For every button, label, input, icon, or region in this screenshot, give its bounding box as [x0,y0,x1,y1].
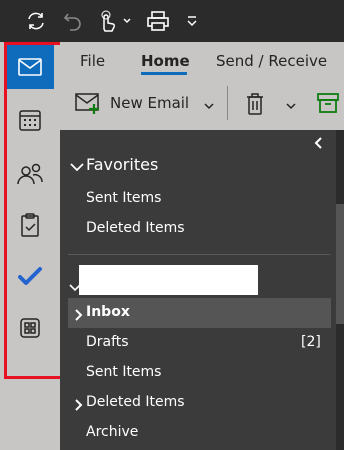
new-email-label: New Email [110,94,190,112]
people-icon [17,163,43,185]
tasks-nav-button[interactable] [6,203,54,247]
favorites-header[interactable]: Favorites [86,155,158,174]
chevron-down-icon [70,163,84,172]
favorite-deleted-items[interactable]: Deleted Items [86,220,185,236]
todo-check-icon [18,267,42,285]
people-nav-button[interactable] [6,152,54,196]
delete-button[interactable] [245,92,265,120]
account-expand-toggle[interactable] [69,278,81,297]
active-tab-indicator [141,72,187,75]
trash-icon [247,93,263,115]
folder-inbox[interactable]: Inbox [86,304,130,320]
collapse-pane-button[interactable] [313,135,325,154]
chevron-left-icon [314,137,322,149]
new-email-button[interactable]: New Email [74,90,189,116]
folder-deleted-items[interactable]: Deleted Items [86,394,185,410]
sync-icon[interactable] [22,8,50,34]
tab-file[interactable]: File [80,52,105,70]
section-divider [68,254,330,255]
chevron-down-icon [69,284,81,292]
todo-nav-button[interactable] [6,254,54,298]
message-list-edge [336,130,344,450]
chevron-right-icon [75,309,83,321]
favorite-sent-items[interactable]: Sent Items [86,190,161,206]
drafts-count-badge: [2] [301,334,321,350]
tab-send-receive[interactable]: Send / Receive [216,52,327,70]
deleted-items-expand-toggle[interactable] [73,396,83,415]
tab-home[interactable]: Home [141,52,190,70]
touch-mode-icon[interactable] [95,8,135,34]
new-email-icon [75,93,99,114]
message-list-item-edge [336,204,344,324]
more-apps-nav-button[interactable] [6,306,54,350]
ribbon-commands: New Email [60,80,344,130]
ribbon-tab-bar: File Home Send / Receive [60,42,344,80]
app-nav-rail [0,42,60,450]
quick-access-toolbar [0,0,344,42]
favorites-expand-toggle[interactable] [70,158,84,177]
archive-icon [317,93,339,113]
account-name-redacted [79,265,258,295]
calendar-icon [19,110,41,131]
folder-archive[interactable]: Archive [86,424,138,440]
folder-pane: Favorites Sent Items Deleted Items Inbox… [60,130,336,450]
inbox-expand-toggle[interactable] [73,306,83,325]
folder-sent-items[interactable]: Sent Items [86,364,161,380]
chevron-down-icon [286,103,296,110]
calendar-nav-button[interactable] [6,98,54,142]
print-icon[interactable] [145,8,171,34]
apps-grid-icon [20,318,40,338]
clipboard-check-icon [21,213,39,237]
mail-icon [18,58,42,76]
folder-drafts[interactable]: Drafts [86,334,129,350]
customize-toolbar-icon[interactable] [183,8,201,34]
ribbon-separator [227,86,228,120]
undo-icon[interactable] [60,8,86,34]
new-email-dropdown[interactable] [204,96,214,115]
chevron-right-icon [75,399,83,411]
delete-dropdown[interactable] [286,96,296,115]
mail-nav-button[interactable] [6,45,54,89]
archive-button[interactable] [316,92,340,118]
chevron-down-icon [204,103,214,110]
